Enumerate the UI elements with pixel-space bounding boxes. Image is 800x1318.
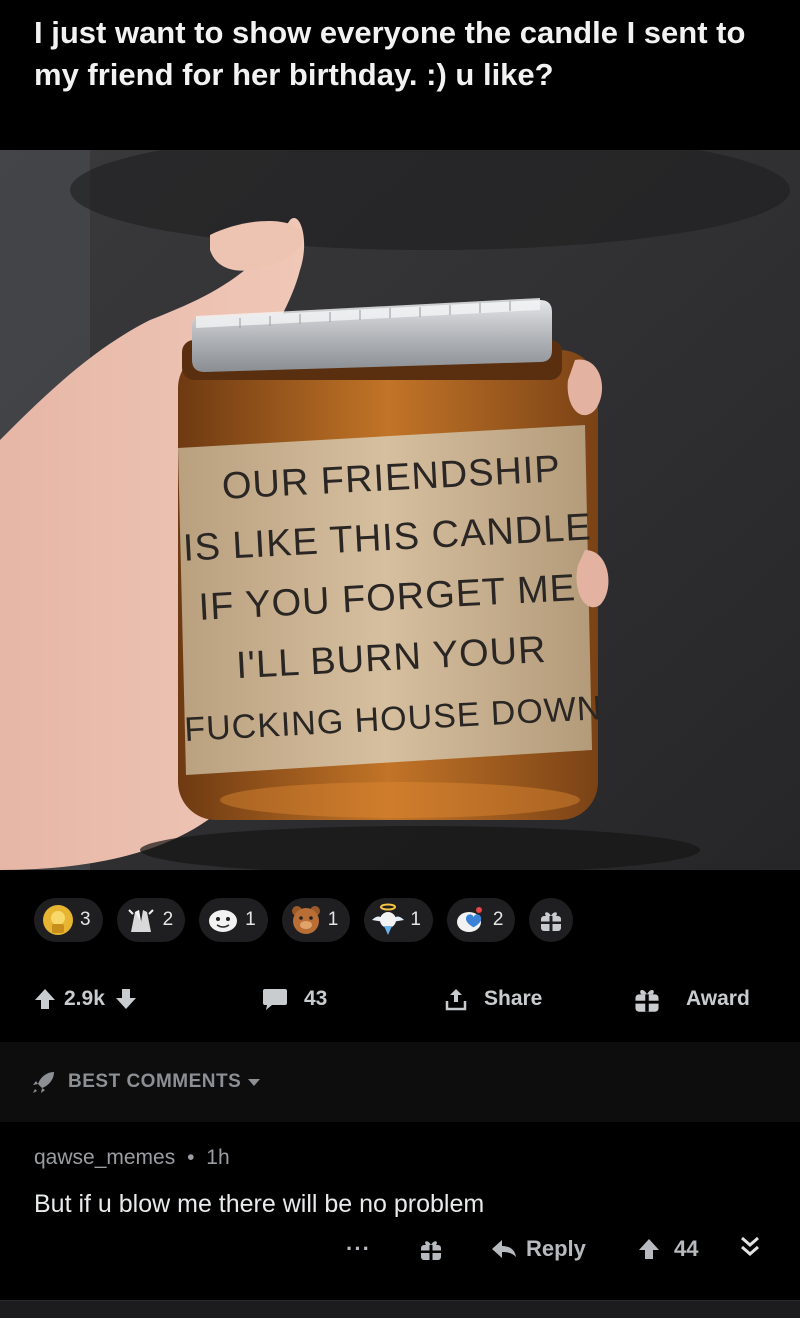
helpful-award-icon [43,905,73,935]
award-pill[interactable]: 1 [281,898,351,942]
heart-love-award-icon [456,907,482,932]
comment-vote-control: 44 [638,1236,698,1262]
give-award-button[interactable] [529,898,574,942]
caret-down-icon [248,1079,261,1086]
awards-row: 3 2 1 1 1 2 [0,885,800,955]
reply-arrow-icon [492,1240,516,1258]
comment-count: 43 [304,987,328,1010]
share-label: Share [484,987,543,1010]
award-pill[interactable]: 3 [34,898,103,942]
comment-meta: qawse_memes • 1h [34,1146,230,1170]
praise-hands-award-icon [127,909,154,932]
award-pill[interactable]: 2 [116,898,186,942]
face-award-icon [209,910,238,932]
post-vote-count: 2.9k [64,987,105,1010]
upvote-icon[interactable] [638,1237,660,1261]
reply-button[interactable]: Reply [490,1236,586,1262]
double-chevron-down-icon [741,1236,759,1256]
angel-award-icon [372,903,405,935]
bear-award-icon [291,906,320,934]
comment-sort-bar[interactable]: BEST COMMENTS [0,1042,800,1122]
candle-photo: OUR FRIENDSHIP IS LIKE THIS CANDLE IF YO… [0,150,800,870]
award-pill[interactable]: 1 [364,898,433,942]
comment-age: 1h [206,1146,230,1169]
next-comment-edge [0,1300,800,1318]
award-count: 1 [327,909,339,930]
downvote-icon[interactable] [115,987,137,1011]
post-image[interactable]: OUR FRIENDSHIP IS LIKE THIS CANDLE IF YO… [0,150,800,870]
gift-icon [541,912,562,931]
upvote-icon[interactable] [34,987,56,1011]
award-count: 1 [410,909,421,930]
reply-label: Reply [526,1236,586,1261]
sort-label: BEST COMMENTS [68,1071,242,1092]
share-button[interactable]: Share [444,987,542,1011]
comment-body: But if u blow me there will be no proble… [34,1190,485,1218]
more-options-button[interactable]: ··· [346,1236,371,1262]
gift-icon [635,990,659,1012]
award-pill[interactable]: 1 [199,898,268,942]
share-icon [445,989,467,1011]
award-pill[interactable]: 2 [446,898,516,942]
award-count: 1 [245,909,256,930]
award-count: 3 [80,909,91,930]
award-label: Award [686,987,750,1010]
comments-button[interactable]: 43 [262,987,327,1011]
collapse-button[interactable] [738,1232,762,1260]
comment-actions: ··· Reply 44 [0,1232,800,1272]
comment-award-button[interactable] [418,1236,444,1262]
vote-control: 2.9k [34,987,137,1011]
comment-author[interactable]: qawse_memes [34,1146,175,1169]
post-title: I just want to show everyone the candle … [34,15,746,92]
comment-vote-count: 44 [674,1236,699,1261]
comment-icon [263,989,287,1010]
comment: qawse_memes • 1h But if u blow me there … [0,1124,800,1318]
award-button[interactable]: Award [632,984,750,1014]
gift-icon [421,1241,441,1260]
award-count: 2 [492,909,504,930]
award-count: 2 [162,909,174,930]
meta-separator: • [187,1146,195,1169]
post-actions: 2.9k 43 Share Award [0,970,800,1030]
rocket-icon [33,1072,54,1093]
